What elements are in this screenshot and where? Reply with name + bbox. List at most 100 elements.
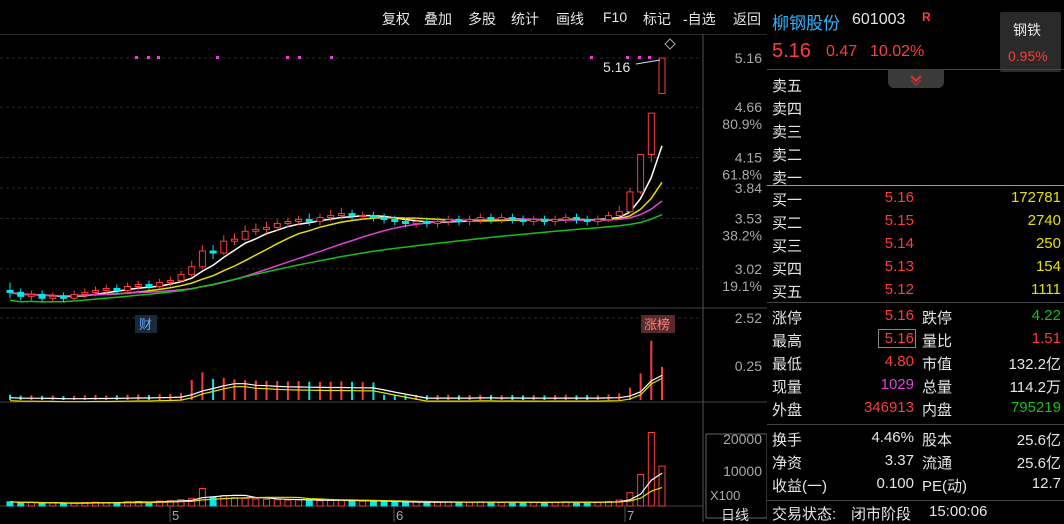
sector-box[interactable]: 钢铁 0.95% bbox=[1000, 12, 1061, 72]
toolbar-item[interactable]: 多股 bbox=[468, 9, 496, 29]
stat-label: 净资 bbox=[772, 455, 803, 472]
candle-body bbox=[487, 217, 495, 221]
pct-tick: 38.2% bbox=[722, 228, 762, 244]
buy-level-label: 买四 bbox=[772, 261, 803, 278]
volume-bar bbox=[412, 501, 420, 507]
candle-body bbox=[113, 287, 121, 291]
volume-bar bbox=[540, 502, 548, 507]
stat-label: 涨停 bbox=[772, 310, 803, 327]
toolbar-item[interactable]: 复权 bbox=[382, 9, 410, 29]
volume-bar bbox=[519, 502, 527, 507]
candle-body bbox=[295, 219, 303, 222]
stat-label: 外盘 bbox=[772, 402, 803, 419]
candle-body bbox=[134, 284, 142, 287]
volume-bar bbox=[273, 499, 281, 507]
toolbar-item[interactable]: 标记 bbox=[643, 9, 671, 29]
candle-body bbox=[401, 220, 409, 224]
toolbar-item[interactable]: -自选 bbox=[683, 9, 716, 29]
candle-body bbox=[188, 266, 196, 276]
volume-bar bbox=[369, 500, 377, 507]
candle-body bbox=[605, 215, 613, 221]
sell-level-label: 卖三 bbox=[772, 124, 803, 141]
stat-label: 股本 bbox=[922, 432, 953, 449]
volume-bar bbox=[17, 502, 25, 507]
x-tick: 6 bbox=[396, 508, 403, 522]
candle-body bbox=[145, 284, 153, 287]
trade-status-label: 交易状态: bbox=[772, 506, 837, 523]
stat-value: 25.6亿 bbox=[1016, 455, 1061, 472]
volume-bar bbox=[295, 499, 303, 507]
stat-value: 346913 bbox=[863, 399, 914, 416]
price-change-pct: 10.02% bbox=[870, 43, 925, 60]
stat-label: 量比 bbox=[922, 333, 953, 350]
sell-level-label: 卖五 bbox=[772, 78, 803, 95]
stat-value: 4.46% bbox=[871, 429, 914, 446]
stat-value: 4.22 bbox=[1031, 307, 1061, 324]
buy-level-volume: 2740 bbox=[1027, 212, 1061, 229]
toolbar-item[interactable]: 画线 bbox=[556, 9, 584, 29]
sector-pct: 0.95% bbox=[1008, 48, 1048, 64]
period-label: 日线 bbox=[721, 507, 749, 522]
margin-flag: R bbox=[922, 10, 931, 24]
stock-code: 601003 bbox=[852, 11, 906, 28]
stat-value: 12.7 bbox=[1031, 475, 1061, 492]
candle-body bbox=[476, 217, 484, 221]
volume-bar bbox=[391, 501, 399, 507]
stat-label: 收益(一) bbox=[772, 478, 827, 495]
candle-body bbox=[562, 217, 570, 221]
toolbar-item[interactable]: 叠加 bbox=[424, 9, 452, 29]
toolbar-item[interactable]: 返回 bbox=[733, 9, 761, 29]
volume-bar bbox=[647, 432, 655, 507]
candle-body bbox=[70, 293, 78, 299]
volume-bar bbox=[359, 500, 367, 507]
price-change: 0.47 bbox=[826, 43, 858, 60]
indicator-line bbox=[9, 374, 663, 400]
kline-chart[interactable]: 5.164.664.153.843.533.022.5280.9%61.8%38… bbox=[0, 34, 767, 522]
divider bbox=[767, 302, 1064, 303]
candle-body bbox=[316, 217, 324, 222]
candle-body bbox=[327, 215, 335, 219]
candle-body bbox=[81, 291, 89, 295]
collapse-button[interactable] bbox=[888, 70, 944, 88]
volume-bar bbox=[305, 499, 313, 507]
candle-body bbox=[498, 217, 506, 221]
candle-body bbox=[391, 219, 399, 222]
volume-bar bbox=[423, 502, 431, 507]
toolbar-item[interactable]: 统计 bbox=[511, 9, 539, 29]
candle-body bbox=[466, 219, 474, 222]
buy-level-label: 买三 bbox=[772, 238, 803, 255]
buy-level-price: 5.13 bbox=[884, 258, 914, 275]
buy-level-volume: 1111 bbox=[1030, 281, 1061, 298]
volume-bar bbox=[455, 502, 463, 507]
toolbar-item[interactable]: F10 bbox=[603, 9, 627, 25]
candle-body bbox=[658, 57, 666, 94]
pct-tick: 80.9% bbox=[722, 116, 762, 132]
candle-body bbox=[530, 219, 538, 222]
stat-value: 132.2亿 bbox=[1008, 356, 1061, 373]
volume-bar bbox=[49, 502, 57, 507]
pct-tick: 61.8% bbox=[722, 166, 762, 182]
volume-bar bbox=[348, 500, 356, 507]
trade-status-time: 15:00:06 bbox=[929, 503, 988, 520]
candle-body bbox=[551, 219, 559, 222]
buy-level-price: 5.15 bbox=[884, 212, 914, 229]
candle-body bbox=[615, 211, 623, 217]
candle-body bbox=[572, 217, 580, 221]
candle-body bbox=[230, 238, 238, 242]
volume-unit: X100 bbox=[710, 488, 740, 503]
signal-dot bbox=[298, 56, 301, 59]
volume-bar bbox=[401, 502, 409, 507]
stat-label: 内盘 bbox=[922, 402, 953, 419]
candle-body bbox=[412, 220, 420, 224]
stat-value: 1029 bbox=[880, 376, 914, 393]
volume-ma5-line bbox=[9, 472, 663, 504]
candle-body bbox=[263, 226, 271, 230]
stat-value: 1.51 bbox=[1031, 330, 1061, 347]
stock-name: 柳钢股份 bbox=[772, 14, 840, 33]
stat-value: 5.16 bbox=[878, 329, 916, 348]
stat-value: 25.6亿 bbox=[1016, 432, 1061, 449]
volume-bar bbox=[327, 499, 335, 507]
candle-body bbox=[583, 219, 591, 222]
signal-dot bbox=[330, 56, 333, 59]
candle-body bbox=[284, 220, 292, 224]
